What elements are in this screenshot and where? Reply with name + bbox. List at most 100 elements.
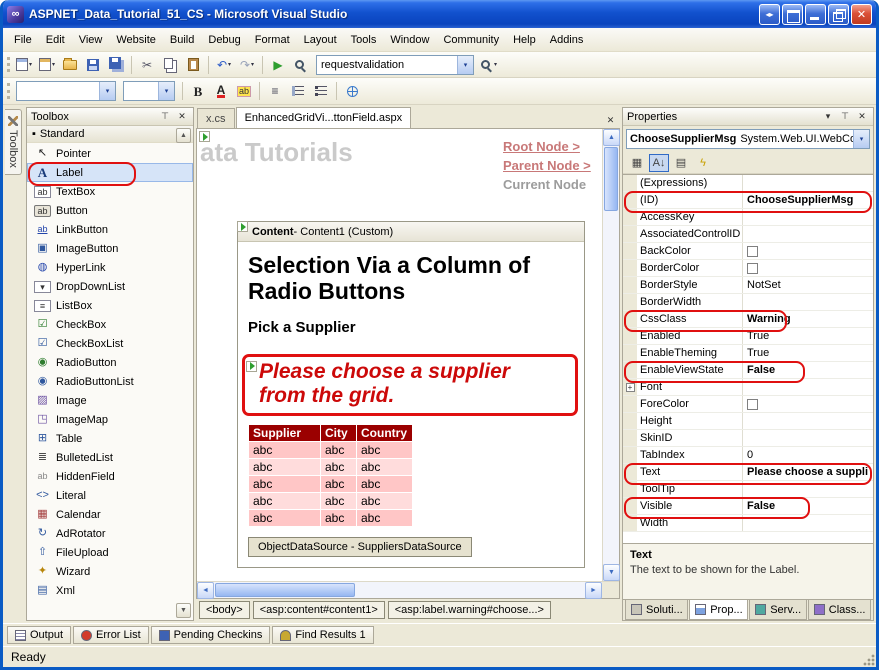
titlebar-gadget-arrows-button[interactable]: ◂▸ <box>759 4 780 25</box>
command-combo[interactable]: requestvalidation▾ <box>316 55 474 75</box>
alphabetical-sort-button[interactable]: A↓ <box>649 154 669 172</box>
property-value[interactable]: True <box>743 345 873 361</box>
tab-enhancedgrid-aspx[interactable]: EnhancedGridVi...ttonField.aspx <box>236 107 412 128</box>
content-region-header[interactable]: Content - Content1 (Custom) <box>238 222 584 242</box>
toolbox-item-textbox[interactable]: abTextBox <box>27 182 193 201</box>
property-value[interactable]: False <box>743 362 873 378</box>
property-row-skinid[interactable]: SkinID <box>623 430 873 447</box>
property-row-enabled[interactable]: EnabledTrue <box>623 328 873 345</box>
toolbox-item-bulletedlist[interactable]: ≣BulletedList <box>27 448 193 467</box>
toolbox-item-radiobuttonlist[interactable]: ◉RadioButtonList <box>27 372 193 391</box>
menu-item-debug[interactable]: Debug <box>201 30 247 50</box>
toolbox-section-standard[interactable]: ▪ Standard <box>27 126 193 143</box>
title-bar[interactable]: ∞ ASPNET_Data_Tutorial_51_CS - Microsoft… <box>3 0 876 28</box>
property-value[interactable]: NotSet <box>743 277 873 293</box>
property-value[interactable] <box>743 294 873 310</box>
property-value[interactable] <box>743 175 873 191</box>
cut-button[interactable]: ✂ <box>136 54 158 75</box>
toolbox-item-imagebutton[interactable]: ▣ImageButton <box>27 239 193 258</box>
restore-button[interactable] <box>828 4 849 25</box>
toolbox-item-checkbox[interactable]: ☑CheckBox <box>27 315 193 334</box>
grid-header-supplier[interactable]: Supplier <box>249 425 321 442</box>
property-value[interactable]: False <box>743 498 873 514</box>
bottom-tab-find-results-1[interactable]: Find Results 1 <box>272 626 373 644</box>
breadcrumb-root-node[interactable]: Root Node > <box>503 139 591 154</box>
toolbox-item-button[interactable]: abButton <box>27 201 193 220</box>
tag-path-item-2[interactable]: <asp:label.warning#choose...> <box>388 601 551 619</box>
toolbox-item-checkboxlist[interactable]: ☑CheckBoxList <box>27 334 193 353</box>
content-smart-tag-icon[interactable] <box>237 221 248 232</box>
suppliers-gridview[interactable]: SupplierCityCountryabcabcabcabcabcabcabc… <box>248 424 413 527</box>
combo-dropdown-icon[interactable]: ▾ <box>853 130 869 148</box>
open-file-button[interactable] <box>59 54 81 75</box>
font-color-button[interactable]: A <box>210 81 232 102</box>
toolbox-scroll-down-button[interactable]: ▼ <box>176 603 191 618</box>
scroll-left-icon[interactable]: ◄ <box>197 582 214 599</box>
menu-item-help[interactable]: Help <box>506 30 543 50</box>
property-row-borderstyle[interactable]: BorderStyleNotSet <box>623 277 873 294</box>
vertical-scrollbar[interactable]: ▲ ▼ <box>602 129 619 581</box>
grid-header-city[interactable]: City <box>321 425 357 442</box>
toolbox-item-pointer[interactable]: ↖Pointer <box>27 144 193 163</box>
tag-path-item-0[interactable]: <body> <box>199 601 250 619</box>
toolbox-item-table[interactable]: ⊞Table <box>27 429 193 448</box>
bold-button[interactable]: B <box>187 81 209 102</box>
combo-dropdown-icon[interactable]: ▾ <box>99 82 115 100</box>
grid-row[interactable]: abcabcabc <box>249 493 413 510</box>
toolbox-item-dropdownlist[interactable]: ▾DropDownList <box>27 277 193 296</box>
font-size-combo[interactable]: ▾ <box>123 81 175 101</box>
paste-button[interactable] <box>182 54 204 75</box>
toolbox-header[interactable]: Toolbox ⊤ ✕ <box>27 108 193 126</box>
toolbox-item-hyperlink[interactable]: ◍HyperLink <box>27 258 193 277</box>
toolbox-item-xml[interactable]: ▤Xml <box>27 581 193 600</box>
toolbox-item-listbox[interactable]: ≡ListBox <box>27 296 193 315</box>
menu-item-view[interactable]: View <box>72 30 110 50</box>
search-options-button[interactable]: ▾ <box>478 54 500 75</box>
categorized-button[interactable]: ▦ <box>627 154 647 172</box>
tag-path-item-1[interactable]: <asp:content#content1> <box>253 601 385 619</box>
close-button[interactable]: ✕ <box>851 4 872 25</box>
toolbox-item-hiddenfield[interactable]: abHiddenField <box>27 467 193 486</box>
menu-item-file[interactable]: File <box>7 30 39 50</box>
horizontal-scrollbar[interactable]: ◄ ► <box>197 581 619 598</box>
bottom-tab-output[interactable]: Output <box>7 626 71 644</box>
property-row-font[interactable]: +Font <box>623 379 873 396</box>
property-value[interactable] <box>743 226 873 242</box>
bulleted-list-button[interactable] <box>310 81 332 102</box>
menu-item-addins[interactable]: Addins <box>543 30 591 50</box>
toolbox-item-wizard[interactable]: ✦Wizard <box>27 562 193 581</box>
property-row-id[interactable]: (ID)ChooseSupplierMsg <box>623 192 873 209</box>
expand-plus-icon[interactable]: + <box>626 383 635 392</box>
tool-tab-soluti[interactable]: Soluti... <box>625 600 688 620</box>
property-value[interactable] <box>743 413 873 429</box>
property-row-accesskey[interactable]: AccessKey <box>623 209 873 226</box>
menu-item-community[interactable]: Community <box>436 30 506 50</box>
copy-button[interactable] <box>159 54 181 75</box>
object-selector-combo[interactable]: ChooseSupplierMsg System.Web.UI.WebCor ▾ <box>626 129 870 149</box>
property-row-enabletheming[interactable]: EnableThemingTrue <box>623 345 873 362</box>
scroll-up-icon[interactable]: ▲ <box>603 129 620 146</box>
property-row-backcolor[interactable]: BackColor <box>623 243 873 260</box>
tool-tab-prop[interactable]: Prop... <box>689 600 748 620</box>
property-row-width[interactable]: Width <box>623 515 873 532</box>
tool-tab-class[interactable]: Class... <box>808 600 871 620</box>
menu-item-tools[interactable]: Tools <box>344 30 384 50</box>
window-menu-icon[interactable]: ▾ <box>821 110 835 124</box>
undo-button[interactable]: ↶▾ <box>213 54 235 75</box>
toolbox-item-fileupload[interactable]: ⇧FileUpload <box>27 543 193 562</box>
menu-item-layout[interactable]: Layout <box>297 30 344 50</box>
property-row-bordercolor[interactable]: BorderColor <box>623 260 873 277</box>
scroll-right-icon[interactable]: ► <box>585 582 602 599</box>
toolbox-item-image[interactable]: ▨Image <box>27 391 193 410</box>
label-smart-tag-icon[interactable] <box>246 361 257 372</box>
grid-row[interactable]: abcabcabc <box>249 442 413 459</box>
property-row-tabindex[interactable]: TabIndex0 <box>623 447 873 464</box>
titlebar-gadget-window-button[interactable] <box>782 4 803 25</box>
property-value[interactable] <box>743 515 873 531</box>
property-value[interactable]: ChooseSupplierMsg <box>743 192 873 208</box>
highlight-button[interactable]: ab <box>233 81 255 102</box>
property-row-visible[interactable]: VisibleFalse <box>623 498 873 515</box>
resize-grip[interactable] <box>862 653 875 666</box>
redo-button[interactable]: ↷▾ <box>236 54 258 75</box>
expand-area[interactable]: + <box>623 379 637 395</box>
